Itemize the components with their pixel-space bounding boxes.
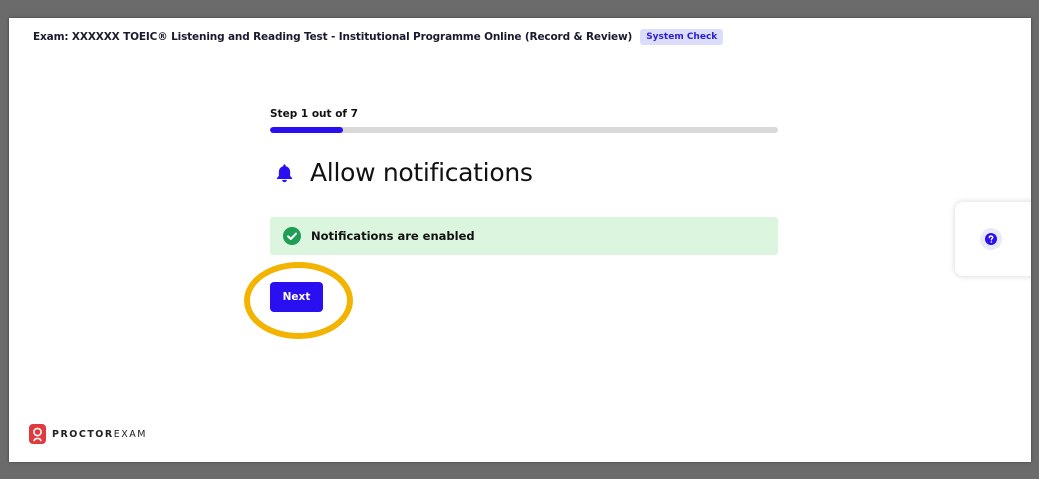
help-panel (955, 202, 1031, 276)
step-indicator: Step 1 out of 7 (270, 108, 358, 120)
page-title: Allow notifications (310, 158, 533, 187)
check-circle-icon (283, 227, 301, 245)
page-heading: Allow notifications (275, 158, 533, 187)
brand-name: PROCTOREXAM (52, 428, 147, 440)
exam-title: Exam: XXXXXX TOEIC® Listening and Readin… (33, 31, 633, 43)
exam-window: Exam: XXXXXX TOEIC® Listening and Readin… (9, 18, 1031, 462)
next-button[interactable]: Next (270, 282, 323, 312)
step-progress-fill (270, 127, 343, 133)
notification-status-banner: Notifications are enabled (270, 217, 778, 255)
question-icon (985, 233, 997, 245)
proctorexam-logo-icon (29, 424, 46, 444)
help-button[interactable] (980, 228, 1002, 250)
bell-icon (276, 163, 293, 182)
exam-header: Exam: XXXXXX TOEIC® Listening and Readin… (33, 29, 724, 45)
notification-status-text: Notifications are enabled (311, 229, 475, 243)
system-check-badge: System Check (640, 29, 724, 45)
step-progress-bar (270, 127, 778, 133)
proctorexam-logo: PROCTOREXAM (29, 424, 147, 444)
